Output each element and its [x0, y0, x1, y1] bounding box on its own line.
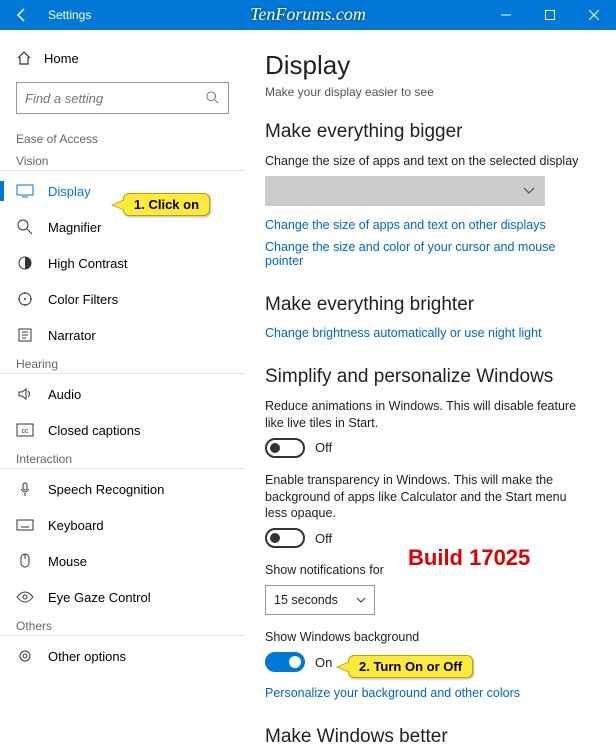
- transparency-toggle[interactable]: [265, 528, 305, 548]
- close-button[interactable]: [572, 0, 616, 30]
- display-icon: [16, 182, 34, 200]
- sidebar-item-color-filters[interactable]: Color Filters: [0, 281, 245, 317]
- sidebar-item-label: Color Filters: [48, 292, 118, 307]
- eye-icon: [16, 588, 34, 606]
- sidebar-item-label: Eye Gaze Control: [48, 590, 151, 605]
- search-input[interactable]: [25, 91, 195, 106]
- section-better: Make Windows better: [265, 726, 592, 748]
- narrator-icon: [16, 326, 34, 344]
- section-simplify: Simplify and personalize Windows: [265, 366, 592, 388]
- audio-icon: [16, 385, 34, 403]
- notifications-value: 15 seconds: [274, 593, 338, 607]
- sidebar-item-label: Display: [48, 184, 91, 199]
- sidebar: Home Ease of Access Vision Display Magni…: [0, 30, 245, 749]
- display-scale-dropdown[interactable]: [265, 176, 545, 206]
- link-personalize[interactable]: Personalize your background and other co…: [265, 686, 592, 700]
- sidebar-item-speech-recognition[interactable]: Speech Recognition: [0, 471, 245, 507]
- transparency-state: Off: [315, 531, 332, 546]
- link-cursor-size[interactable]: Change the size and color of your cursor…: [265, 240, 592, 268]
- keyboard-icon: [16, 516, 34, 534]
- sidebar-item-label: High Contrast: [48, 256, 127, 271]
- group-interaction: Interaction: [0, 448, 245, 469]
- sidebar-item-label: Mouse: [48, 554, 87, 569]
- sidebar-item-narrator[interactable]: Narrator: [0, 317, 245, 353]
- animations-toggle[interactable]: [265, 438, 305, 458]
- home-icon: [16, 50, 32, 66]
- group-others: Others: [0, 615, 245, 636]
- section-bigger: Make everything bigger: [265, 121, 592, 143]
- maximize-button[interactable]: [528, 0, 572, 30]
- animations-state: Off: [315, 440, 332, 455]
- sidebar-item-keyboard[interactable]: Keyboard: [0, 507, 245, 543]
- sidebar-item-label: Closed captions: [48, 423, 141, 438]
- search-icon: [206, 91, 220, 105]
- group-vision: Vision: [0, 150, 245, 171]
- section-brighter: Make everything brighter: [265, 294, 592, 316]
- back-button[interactable]: [0, 0, 44, 30]
- home-label: Home: [44, 51, 79, 66]
- sidebar-item-label: Keyboard: [48, 518, 104, 533]
- chevron-down-icon: [523, 187, 535, 195]
- background-toggle[interactable]: [265, 652, 305, 672]
- page-title: Display: [265, 50, 592, 81]
- animations-description: Reduce animations in Windows. This will …: [265, 398, 592, 432]
- svg-text:cc: cc: [22, 428, 30, 435]
- sidebar-item-magnifier[interactable]: Magnifier: [0, 209, 245, 245]
- home-button[interactable]: Home: [0, 42, 245, 74]
- magnifier-icon: [16, 218, 34, 236]
- arrow-left-icon: [14, 7, 30, 23]
- group-hearing: Hearing: [0, 353, 245, 374]
- high-contrast-icon: [16, 254, 34, 272]
- sidebar-item-label: Magnifier: [48, 220, 101, 235]
- microphone-icon: [16, 480, 34, 498]
- sidebar-item-other-options[interactable]: Other options: [0, 638, 245, 674]
- search-box[interactable]: [16, 82, 229, 114]
- sidebar-item-display[interactable]: Display: [0, 173, 245, 209]
- mouse-icon: [16, 552, 34, 570]
- sidebar-item-label: Narrator: [48, 328, 96, 343]
- titlebar: Settings: [0, 0, 616, 30]
- transparency-description: Enable transparency in Windows. This wil…: [265, 472, 592, 523]
- closed-captions-icon: cc: [16, 421, 34, 439]
- sidebar-item-closed-captions[interactable]: cc Closed captions: [0, 412, 245, 448]
- sidebar-item-audio[interactable]: Audio: [0, 376, 245, 412]
- chevron-down-icon: [356, 597, 366, 603]
- page-subtitle: Make your display easier to see: [265, 85, 592, 99]
- sidebar-item-high-contrast[interactable]: High Contrast: [0, 245, 245, 281]
- sidebar-item-label: Audio: [48, 387, 81, 402]
- maximize-icon: [545, 10, 555, 20]
- sidebar-item-mouse[interactable]: Mouse: [0, 543, 245, 579]
- link-brightness[interactable]: Change brightness automatically or use n…: [265, 326, 592, 340]
- gear-icon: [16, 647, 34, 665]
- main-content: Display Make your display easier to see …: [245, 30, 616, 749]
- notifications-duration-select[interactable]: 15 seconds: [265, 585, 375, 615]
- notifications-label: Show notifications for: [265, 562, 592, 579]
- link-other-displays[interactable]: Change the size of apps and text on othe…: [265, 218, 592, 232]
- sidebar-item-label: Speech Recognition: [48, 482, 164, 497]
- bigger-description: Change the size of apps and text on the …: [265, 153, 592, 170]
- background-label: Show Windows background: [265, 629, 592, 646]
- window-title: Settings: [48, 8, 484, 22]
- close-icon: [589, 10, 599, 20]
- background-state: On: [315, 655, 332, 670]
- sidebar-item-eye-gaze[interactable]: Eye Gaze Control: [0, 579, 245, 615]
- category-label: Ease of Access: [0, 126, 245, 150]
- minimize-button[interactable]: [484, 0, 528, 30]
- color-filters-icon: [16, 290, 34, 308]
- sidebar-item-label: Other options: [48, 649, 126, 664]
- minimize-icon: [501, 10, 511, 20]
